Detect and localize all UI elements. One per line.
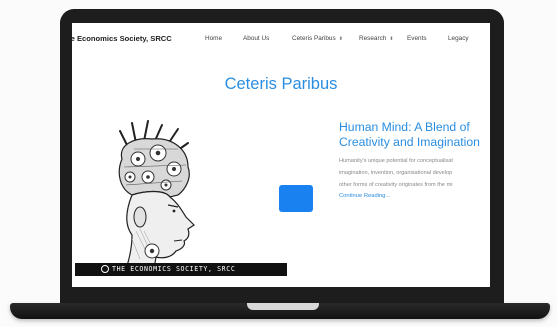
society-logo-icon bbox=[101, 265, 109, 273]
continue-reading-link[interactable]: Continue Reading... bbox=[339, 191, 490, 201]
nav-item-legacy[interactable]: Legacy bbox=[448, 35, 469, 42]
chevron-down-icon: ⬍ bbox=[389, 35, 394, 42]
laptop-notch bbox=[247, 303, 319, 310]
nav-item-ceteris-paribus[interactable]: Ceteris Paribus ⬍ bbox=[292, 35, 343, 42]
image-caption: THE ECONOMICS SOCIETY, SRCC bbox=[112, 265, 236, 273]
nav-item-label: Home bbox=[205, 35, 223, 42]
nav-item-label: Legacy bbox=[448, 35, 469, 42]
chevron-down-icon: ⬍ bbox=[338, 35, 343, 42]
excerpt-line: Humanity's unique potential for conceptu… bbox=[339, 158, 453, 164]
featured-article: Human Mind: A Blend of Creativity and Im… bbox=[339, 120, 490, 201]
excerpt-line: imagination, invention, organisational d… bbox=[339, 170, 453, 176]
nav-item-home[interactable]: Home bbox=[205, 35, 222, 42]
nav-item-about-us[interactable]: About Us bbox=[243, 35, 269, 42]
laptop-screen: he Economics Society, SRCC Home About Us… bbox=[72, 23, 490, 287]
image-caption-bar: THE ECONOMICS SOCIETY, SRCC bbox=[75, 263, 287, 276]
article-image[interactable] bbox=[74, 119, 258, 273]
stage: he Economics Society, SRCC Home About Us… bbox=[0, 0, 557, 327]
article-title[interactable]: Human Mind: A Blend of Creativity and Im… bbox=[339, 120, 490, 150]
nav-item-label: Events bbox=[407, 35, 427, 42]
nav-item-events[interactable]: Events bbox=[407, 35, 427, 42]
article-excerpt: Humanity's unique potential for conceptu… bbox=[339, 155, 490, 191]
nav-item-label: About Us bbox=[243, 35, 270, 42]
slider-nav-button[interactable] bbox=[279, 185, 313, 212]
head-illustration bbox=[118, 120, 195, 270]
nav-item-research[interactable]: Research ⬍ bbox=[359, 35, 394, 42]
nav-item-label: Ceteris Paribus bbox=[292, 35, 336, 42]
navbar: he Economics Society, SRCC Home About Us… bbox=[72, 23, 490, 55]
excerpt-line: other forms of creativity originates fro… bbox=[339, 182, 453, 188]
article-title-line: Creativity and Imagination bbox=[339, 135, 480, 149]
site-brand[interactable]: he Economics Society, SRCC bbox=[72, 34, 172, 43]
article-title-line: Human Mind: A Blend of bbox=[339, 120, 470, 134]
page-title: Ceteris Paribus bbox=[224, 75, 338, 93]
nav-item-label: Research bbox=[359, 35, 387, 42]
